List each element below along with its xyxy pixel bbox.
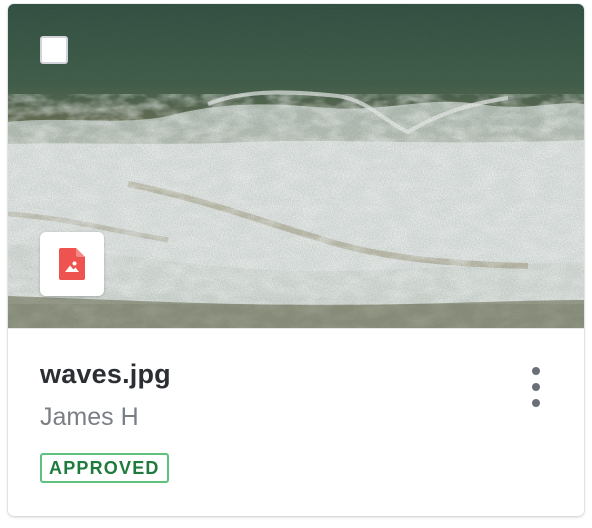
file-card[interactable]: waves.jpg James H APPROVED (8, 4, 584, 516)
image-thumbnail[interactable] (8, 4, 584, 328)
file-owner: James H (40, 403, 139, 431)
image-file-icon (59, 248, 85, 280)
more-dot (532, 383, 540, 391)
more-options-button[interactable] (524, 367, 548, 407)
status-badge: APPROVED (40, 453, 169, 483)
select-checkbox[interactable] (40, 36, 68, 64)
more-dot (532, 399, 540, 407)
file-type-badge (40, 232, 104, 296)
file-name[interactable]: waves.jpg (40, 359, 171, 390)
status-label: APPROVED (49, 458, 160, 478)
file-info: waves.jpg James H APPROVED (8, 328, 584, 516)
more-vertical-icon (532, 367, 540, 375)
